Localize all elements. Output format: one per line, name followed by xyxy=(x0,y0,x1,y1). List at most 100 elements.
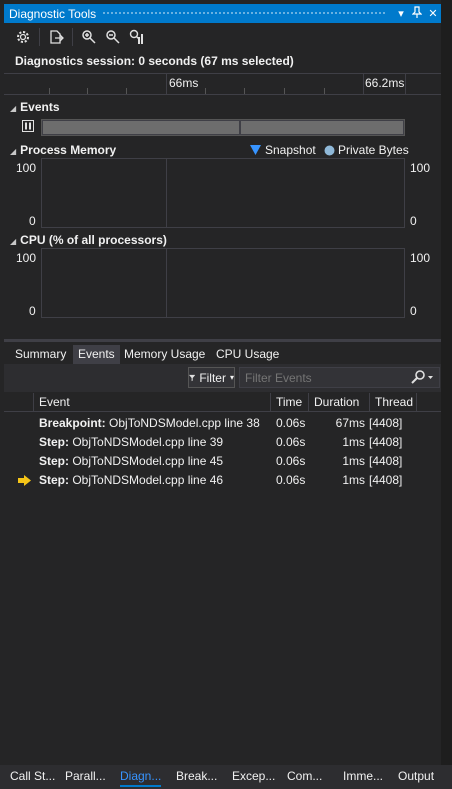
pin-icon[interactable] xyxy=(409,5,425,22)
cpu-graph[interactable] xyxy=(41,248,405,318)
table-row[interactable]: Step: ObjToNDSModel.cpp line 39 0.06s 1m… xyxy=(4,433,441,452)
cpu-axis-max-right: 100 xyxy=(410,251,431,265)
collapse-triangle-icon[interactable]: ◢ xyxy=(10,147,16,156)
events-timeline-track[interactable] xyxy=(41,119,405,136)
tab-exception-settings[interactable]: Excep... xyxy=(232,767,275,787)
cpu-axis-min-right: 0 xyxy=(410,304,417,318)
tab-events[interactable]: Events xyxy=(73,345,120,364)
column-header-thread[interactable]: Thread xyxy=(369,393,416,412)
thread-cell: [4408] xyxy=(369,454,403,468)
event-segment[interactable] xyxy=(241,121,403,134)
table-row[interactable]: Step: ObjToNDSModel.cpp line 45 0.06s 1m… xyxy=(4,452,441,471)
tab-summary[interactable]: Summary xyxy=(10,345,71,364)
search-icon[interactable] xyxy=(411,370,433,387)
titlebar-grip xyxy=(102,11,387,16)
tab-cpu-usage[interactable]: CPU Usage xyxy=(211,345,284,364)
zoom-out-icon[interactable] xyxy=(102,26,124,48)
session-summary: Diagnostics session: 0 seconds (67 ms se… xyxy=(15,54,294,68)
memory-axis-max-right: 100 xyxy=(410,161,431,175)
ruler-label-end: 66.2ms xyxy=(365,76,405,90)
events-section-title: Events xyxy=(20,100,60,114)
window-menu-dropdown-icon[interactable]: ▾ xyxy=(393,6,409,22)
event-description: ObjToNDSModel.cpp line 39 xyxy=(72,435,224,449)
memory-axis-min-right: 0 xyxy=(410,214,417,228)
tab-command-window[interactable]: Com... xyxy=(287,767,322,787)
event-kind: Breakpoint: xyxy=(39,416,106,430)
cpu-axis-max-left: 100 xyxy=(16,251,37,265)
event-kind: Step: xyxy=(39,473,69,487)
tab-diagnostic-tools[interactable]: Diagn... xyxy=(120,767,162,787)
event-description: ObjToNDSModel.cpp line 45 xyxy=(72,454,224,468)
column-header-time[interactable]: Time xyxy=(270,393,308,412)
duration-cell: 1ms xyxy=(342,454,365,468)
memory-axis-min-left: 0 xyxy=(29,214,36,228)
filter-dropdown-icon: ▾ xyxy=(229,373,234,382)
table-row[interactable]: Breakpoint: ObjToNDSModel.cpp line 38 0.… xyxy=(4,414,441,433)
ruler-label-start: 66ms xyxy=(169,76,199,90)
legend-private-bytes: Private Bytes xyxy=(324,143,409,157)
tool-window-titlebar[interactable]: Diagnostic Tools ▾ ✕ xyxy=(4,4,441,23)
event-kind: Step: xyxy=(39,435,69,449)
cpu-section-title: CPU (% of all processors) xyxy=(20,233,167,247)
column-header-extra xyxy=(416,393,441,412)
time-cell: 0.06s xyxy=(276,454,306,468)
diagnostic-toolbar xyxy=(4,24,441,50)
collapse-triangle-icon[interactable]: ◢ xyxy=(10,237,16,246)
filter-button-label: Filter xyxy=(199,370,226,385)
pause-icon[interactable] xyxy=(22,120,34,135)
tab-immediate-window[interactable]: Imme... xyxy=(343,767,383,787)
filter-button[interactable]: Filter ▾ xyxy=(188,367,235,388)
time-cell: 0.06s xyxy=(276,473,306,487)
thread-cell: [4408] xyxy=(369,473,403,487)
filter-funnel-icon xyxy=(189,374,196,381)
memory-section-header[interactable]: ◢ Process Memory xyxy=(10,143,116,157)
event-kind: Step: xyxy=(39,454,69,468)
event-description: ObjToNDSModel.cpp line 38 xyxy=(109,416,260,430)
column-header-event[interactable]: Event xyxy=(33,393,271,412)
event-description: ObjToNDSModel.cpp line 46 xyxy=(72,473,224,487)
export-icon[interactable] xyxy=(45,26,67,48)
memory-axis-max-left: 100 xyxy=(16,161,37,175)
event-cell: Step: ObjToNDSModel.cpp line 45 xyxy=(39,452,223,471)
events-grid-header: Event Time Duration Thread xyxy=(4,393,441,412)
event-segment[interactable] xyxy=(43,121,239,134)
current-step-arrow-icon xyxy=(18,475,31,489)
table-row[interactable]: Step: ObjToNDSModel.cpp line 46 0.06s 1m… xyxy=(4,471,441,490)
zoom-in-icon[interactable] xyxy=(78,26,100,48)
settings-icon[interactable] xyxy=(12,26,34,48)
timeline-ruler[interactable]: 66ms 66.2ms xyxy=(4,73,441,95)
tab-memory-usage[interactable]: Memory Usage xyxy=(119,345,210,364)
tab-parallel[interactable]: Parall... xyxy=(65,767,106,787)
cpu-axis-min-left: 0 xyxy=(29,304,36,318)
duration-cell: 1ms xyxy=(342,435,365,449)
editor-edge xyxy=(441,0,452,789)
toolbar-separator xyxy=(39,28,40,46)
legend-snapshot-label: Snapshot xyxy=(265,143,316,157)
column-header-duration[interactable]: Duration xyxy=(308,393,369,412)
tab-output[interactable]: Output xyxy=(398,767,434,787)
memory-section-title: Process Memory xyxy=(20,143,117,157)
thread-cell: [4408] xyxy=(369,435,403,449)
reset-zoom-icon[interactable] xyxy=(126,26,148,48)
snapshot-marker-icon xyxy=(250,145,261,155)
time-cell: 0.06s xyxy=(276,416,306,430)
process-memory-graph[interactable] xyxy=(41,158,405,228)
private-bytes-marker-icon xyxy=(324,145,335,155)
filter-events-input[interactable] xyxy=(239,367,440,388)
duration-cell: 1ms xyxy=(342,473,365,487)
tab-call-stack[interactable]: Call St... xyxy=(10,767,55,787)
window-title: Diagnostic Tools xyxy=(9,6,97,21)
duration-cell: 67ms xyxy=(335,416,365,430)
panel-splitter[interactable] xyxy=(4,339,441,342)
legend-private-bytes-label: Private Bytes xyxy=(338,143,409,157)
events-section-header[interactable]: ◢ Events xyxy=(10,100,60,114)
toolbar-separator xyxy=(72,28,73,46)
event-cell: Step: ObjToNDSModel.cpp line 46 xyxy=(39,471,223,490)
tab-breakpoints[interactable]: Break... xyxy=(176,767,217,787)
close-icon[interactable]: ✕ xyxy=(425,6,441,22)
thread-cell: [4408] xyxy=(369,416,403,430)
event-cell: Step: ObjToNDSModel.cpp line 39 xyxy=(39,433,223,452)
collapse-triangle-icon[interactable]: ◢ xyxy=(10,104,16,113)
cpu-section-header[interactable]: ◢ CPU (% of all processors) xyxy=(10,233,167,247)
legend-snapshot: Snapshot xyxy=(250,143,316,157)
